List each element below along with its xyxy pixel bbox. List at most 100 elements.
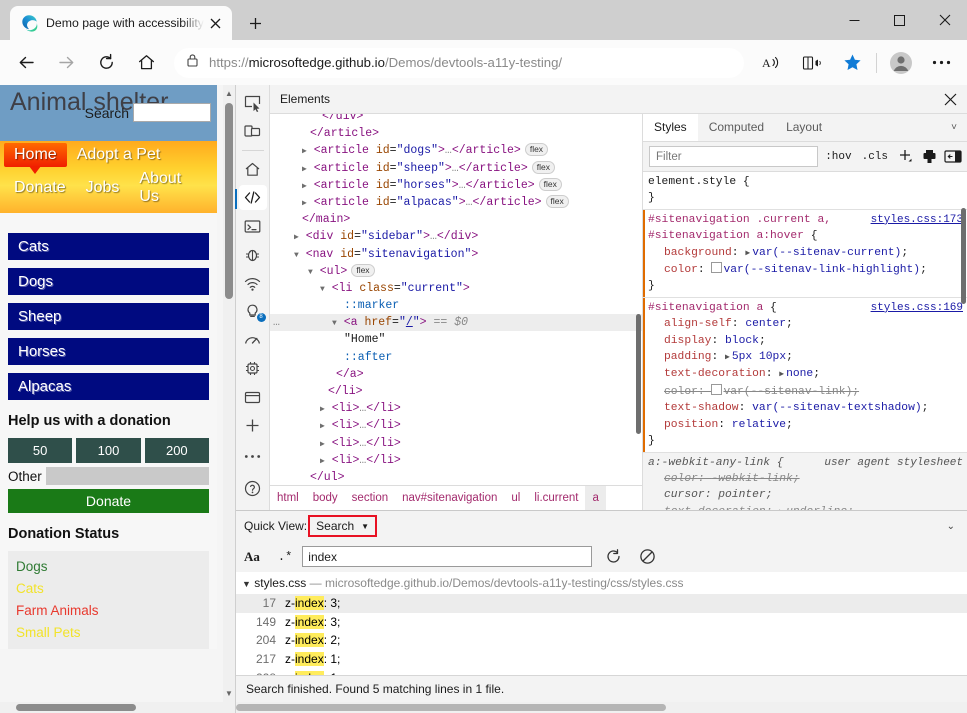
dom-line[interactable]: </li> bbox=[270, 383, 642, 400]
donation-amount-200[interactable]: 200 bbox=[145, 438, 209, 463]
dom-line-selected[interactable]: ▼ <a href="/"> == $0 bbox=[270, 314, 642, 331]
print-media-icon[interactable] bbox=[917, 146, 941, 168]
search-result-row[interactable]: 204 z-index: 2; bbox=[236, 631, 967, 650]
toggle-sidebar-icon[interactable] bbox=[941, 146, 965, 168]
style-rule-user-agent[interactable]: a:-webkit-any-link {user agent styleshee… bbox=[643, 453, 967, 511]
elements-code-icon[interactable] bbox=[239, 185, 267, 210]
search-input[interactable]: index bbox=[302, 546, 592, 567]
tab-layout[interactable]: Layout bbox=[775, 114, 833, 141]
dom-line[interactable]: ▶ <article id="horses">…</article>flex bbox=[270, 177, 642, 194]
refresh-search-icon[interactable] bbox=[600, 545, 626, 569]
page-vertical-scrollbar[interactable]: ▲ ▼ bbox=[223, 85, 235, 713]
immersive-reader-icon[interactable] bbox=[795, 46, 829, 80]
search-results[interactable]: ▼ styles.css — microsoftedge.github.io/D… bbox=[236, 572, 967, 675]
add-tool-plus-icon[interactable] bbox=[239, 414, 267, 439]
style-source-link[interactable]: styles.css:173 bbox=[871, 212, 963, 228]
dom-line[interactable]: ▼ <ul>flex bbox=[270, 263, 642, 280]
styles-more-chevron-icon[interactable]: ˅ bbox=[941, 122, 967, 133]
dom-line[interactable]: ▶ <li>…</li> bbox=[270, 435, 642, 452]
more-tools-icon[interactable] bbox=[239, 442, 267, 470]
dom-line[interactable]: ▼ <li class="current"> bbox=[270, 280, 642, 297]
forward-button-icon[interactable] bbox=[49, 46, 83, 80]
donation-amount-100[interactable]: 100 bbox=[76, 438, 140, 463]
dom-line[interactable]: ▶ <article id="sheep">…</article>flex bbox=[270, 160, 642, 177]
hover-state-button[interactable]: :hov bbox=[820, 151, 856, 163]
minimize-button[interactable] bbox=[832, 0, 877, 40]
dom-line-pseudo[interactable]: ::marker bbox=[270, 297, 642, 314]
dom-line[interactable]: </ul> bbox=[270, 469, 642, 485]
network-icon[interactable] bbox=[239, 271, 267, 296]
page-search-input[interactable] bbox=[133, 103, 211, 122]
drawer-collapse-chevron-icon[interactable]: ⌄ bbox=[947, 521, 955, 532]
animal-button-alpacas[interactable]: Alpacas bbox=[8, 373, 209, 400]
breadcrumb-html[interactable]: html bbox=[270, 486, 306, 510]
nav-link-donate[interactable]: Donate bbox=[4, 176, 76, 200]
tab-computed[interactable]: Computed bbox=[698, 114, 775, 141]
style-rule-sitenav-a[interactable]: #sitenavigation a {styles.css:169 align-… bbox=[643, 298, 967, 453]
devtools-hscroll-thumb[interactable] bbox=[236, 704, 666, 711]
dom-tree-scrollbar[interactable] bbox=[634, 114, 642, 485]
device-emulation-icon[interactable] bbox=[239, 120, 267, 145]
new-tab-button[interactable] bbox=[240, 9, 270, 37]
quick-view-select[interactable]: Search ▼ bbox=[308, 515, 377, 537]
page-hscroll-thumb[interactable] bbox=[16, 704, 136, 711]
style-source-link[interactable]: styles.css:169 bbox=[871, 300, 963, 316]
class-toggle-button[interactable]: .cls bbox=[857, 151, 893, 163]
animal-button-dogs[interactable]: Dogs bbox=[8, 268, 209, 295]
inspect-element-icon[interactable] bbox=[239, 91, 267, 116]
debugger-bug-icon[interactable] bbox=[239, 242, 267, 267]
search-result-row[interactable]: 228 z-index: 1; bbox=[236, 668, 967, 675]
dom-line[interactable]: ▶ <div id="sidebar">…</div> bbox=[270, 228, 642, 245]
color-swatch[interactable] bbox=[711, 384, 722, 395]
styles-scrollbar[interactable] bbox=[959, 172, 967, 510]
page-scroll-thumb[interactable] bbox=[225, 103, 233, 299]
devtools-horizontal-scrollbar[interactable] bbox=[236, 702, 967, 713]
styles-filter-input[interactable]: Filter bbox=[649, 146, 818, 167]
donation-amount-50[interactable]: 50 bbox=[8, 438, 72, 463]
search-result-row[interactable]: 217 z-index: 1; bbox=[236, 650, 967, 669]
home-button-icon[interactable] bbox=[129, 46, 163, 80]
styles-rules-list[interactable]: element.style { } #sitenavigation .curre… bbox=[643, 172, 967, 510]
styles-scroll-thumb[interactable] bbox=[961, 208, 966, 304]
breadcrumb-a[interactable]: a bbox=[585, 486, 605, 510]
dom-line[interactable]: ▶ <li>…</li> bbox=[270, 417, 642, 434]
dom-line[interactable]: </a> bbox=[270, 366, 642, 383]
breadcrumb-body[interactable]: body bbox=[306, 486, 345, 510]
dom-line-pseudo[interactable]: ::after bbox=[270, 349, 642, 366]
regex-button[interactable]: .* bbox=[278, 550, 292, 564]
nav-link-adopt-a-pet[interactable]: Adopt a Pet bbox=[67, 143, 171, 167]
dom-line[interactable]: </article> bbox=[270, 125, 642, 142]
scroll-down-arrow-icon[interactable]: ▼ bbox=[223, 685, 235, 701]
close-window-button[interactable] bbox=[922, 0, 967, 40]
dom-line[interactable]: ▼ <nav id="sitenavigation"> bbox=[270, 246, 642, 263]
breadcrumb-ul[interactable]: ul bbox=[504, 486, 527, 510]
refresh-button-icon[interactable] bbox=[89, 46, 123, 80]
dom-line[interactable]: ▶ <article id="dogs">…</article>flex bbox=[270, 142, 642, 159]
dom-line-text[interactable]: "Home" bbox=[270, 331, 642, 348]
more-options-icon[interactable] bbox=[924, 46, 958, 80]
address-bar[interactable]: https://microsoftedge.github.io/Demos/de… bbox=[174, 48, 744, 78]
welcome-home-icon[interactable] bbox=[239, 157, 267, 182]
favorites-star-icon[interactable] bbox=[835, 46, 869, 80]
tab-close-icon[interactable] bbox=[204, 12, 226, 34]
read-aloud-icon[interactable]: A bbox=[755, 46, 789, 80]
browser-tab[interactable]: Demo page with accessibility iss bbox=[10, 6, 232, 40]
profile-avatar-icon[interactable] bbox=[884, 46, 918, 80]
nav-link-home[interactable]: Home bbox=[4, 143, 67, 167]
dom-line[interactable]: ▶ <article id="alpacas">…</article>flex bbox=[270, 194, 642, 211]
animal-button-cats[interactable]: Cats bbox=[8, 233, 209, 260]
breadcrumb-li[interactable]: li.current bbox=[527, 486, 585, 510]
breadcrumb-section[interactable]: section bbox=[345, 486, 395, 510]
scroll-up-arrow-icon[interactable]: ▲ bbox=[223, 85, 235, 101]
tab-styles[interactable]: Styles bbox=[643, 114, 698, 141]
animal-button-horses[interactable]: Horses bbox=[8, 338, 209, 365]
donate-button[interactable]: Donate bbox=[8, 489, 209, 513]
color-swatch[interactable] bbox=[711, 262, 722, 273]
breadcrumb-nav[interactable]: nav#sitenavigation bbox=[395, 486, 504, 510]
nav-link-jobs[interactable]: Jobs bbox=[76, 176, 130, 200]
application-window-icon[interactable] bbox=[239, 385, 267, 410]
maximize-button[interactable] bbox=[877, 0, 922, 40]
dom-line[interactable]: ▶ <li>…</li> bbox=[270, 400, 642, 417]
new-style-rule-plus-icon[interactable] bbox=[893, 146, 917, 168]
devtools-close-icon[interactable] bbox=[933, 86, 967, 112]
